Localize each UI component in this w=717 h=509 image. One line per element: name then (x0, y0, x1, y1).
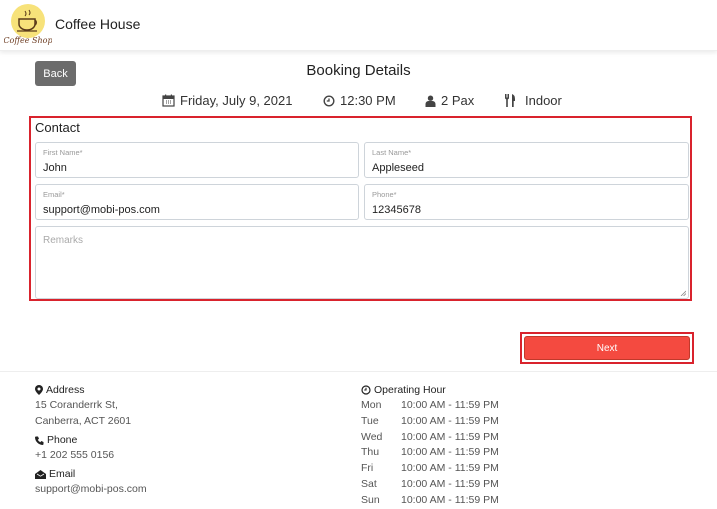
brand-name: Coffee House (55, 16, 141, 32)
hours-time: 10:00 AM - 11:59 PM (401, 462, 499, 475)
clock-icon (361, 385, 371, 395)
svg-text:Coffee Shop: Coffee Shop (4, 36, 52, 45)
booking-date: Friday, July 9, 2021 (162, 93, 292, 108)
date-text: Friday, July 9, 2021 (180, 93, 293, 108)
seating-text: Indoor (525, 93, 562, 108)
hours-time: 10:00 AM - 11:59 PM (401, 430, 499, 443)
hours-time: 10:00 AM - 11:59 PM (401, 399, 499, 411)
time-text: 12:30 PM (340, 93, 396, 108)
address-line-1: 15 Coranderrk St, (35, 399, 118, 411)
email-heading-label: Email (49, 468, 76, 480)
hours-heading: Operating Hour (361, 384, 499, 396)
hours-row: Thu 10:00 AM - 11:59 PM (361, 445, 499, 461)
email-label: Email* (43, 190, 65, 199)
phone-icon (35, 436, 44, 445)
footer-divider (0, 371, 717, 372)
hours-time: 10:00 AM - 11:59 PM (401, 446, 499, 459)
phone-heading: Phone (35, 434, 147, 446)
hours-row: Wed 10:00 AM - 11:59 PM (361, 430, 499, 446)
address-line-2: Canberra, ACT 2601 (35, 415, 132, 427)
email-value[interactable]: support@mobi-pos.com (43, 204, 160, 216)
address-heading: Address (35, 384, 147, 396)
first-name-field[interactable]: First Name* John (35, 142, 359, 178)
hours-label: Operating Hour (374, 384, 446, 396)
page-title: Booking Details (306, 62, 411, 79)
phone-value[interactable]: 12345678 (372, 204, 421, 216)
user-icon (425, 95, 436, 107)
last-name-value[interactable]: Appleseed (372, 162, 424, 174)
cutlery-icon (505, 94, 515, 107)
app-header: Coffee Shop Coffee House (0, 0, 717, 51)
resize-handle-icon[interactable] (680, 290, 686, 296)
hours-day: Fri (361, 462, 374, 475)
last-name-label: Last Name* (372, 148, 412, 157)
phone-label: Phone* (372, 190, 397, 199)
hours-time: 10:00 AM - 11:59 PM (401, 477, 499, 490)
email-field[interactable]: Email* support@mobi-pos.com (35, 184, 359, 220)
booking-time: 12:30 PM (323, 93, 396, 108)
last-name-field[interactable]: Last Name* Appleseed (364, 142, 689, 178)
first-name-label: First Name* (43, 148, 83, 157)
hours-day: Wed (361, 430, 383, 443)
hours-day: Mon (361, 399, 382, 411)
coffee-shop-logo[interactable]: Coffee Shop (4, 2, 52, 48)
booking-seating: Indoor (504, 93, 562, 108)
first-name-value[interactable]: John (43, 162, 67, 174)
footer-contact-info: Address 15 Coranderrk St, Canberra, ACT … (35, 384, 147, 497)
pax-text: 2 Pax (441, 93, 475, 108)
hours-time: 10:00 AM - 11:59 PM (401, 414, 499, 427)
phone-field[interactable]: Phone* 12345678 (364, 184, 689, 220)
hours-list: Mon 10:00 AM - 11:59 PM Tue 10:00 AM - 11:… (361, 398, 499, 509)
remarks-textarea[interactable]: Remarks (35, 226, 689, 299)
calendar-icon (162, 94, 175, 107)
booking-pax: 2 Pax (425, 93, 474, 108)
hours-row: Mon 10:00 AM - 11:59 PM (361, 398, 499, 414)
hours-day: Thu (361, 446, 380, 459)
hours-day: Sat (361, 477, 377, 490)
envelope-open-icon (35, 469, 46, 479)
hours-row: Sat 10:00 AM - 11:59 PM (361, 477, 499, 493)
phone-heading-label: Phone (47, 434, 78, 446)
remarks-placeholder: Remarks (43, 235, 84, 246)
footer-email[interactable]: support@mobi-pos.com (35, 481, 147, 497)
next-button[interactable]: Next (524, 336, 690, 360)
footer-phone[interactable]: +1 202 555 0156 (35, 447, 147, 463)
email-heading: Email (35, 468, 147, 480)
hours-day: Tue (361, 414, 379, 427)
hours-row: Fri 10:00 AM - 11:59 PM (361, 461, 499, 477)
map-marker-icon (35, 385, 43, 395)
footer-operating-hours: Operating Hour Mon 10:00 AM - 11:59 PM Tu… (361, 384, 499, 509)
address-label: Address (46, 384, 85, 396)
hours-row: Tue 10:00 AM - 11:59 PM (361, 414, 499, 430)
clock-icon (323, 94, 335, 107)
contact-section-title: Contact (35, 120, 80, 135)
